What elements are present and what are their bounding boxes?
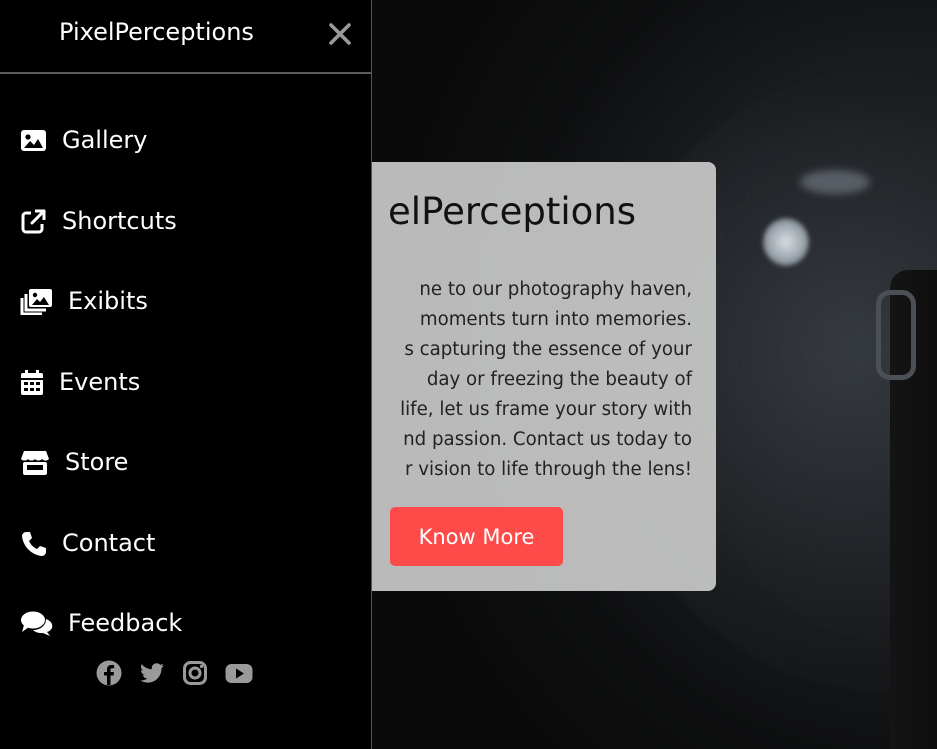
sidebar-item-events[interactable]: Events <box>20 360 140 404</box>
sidebar-header: PixelPerceptions <box>0 0 371 74</box>
phone-icon <box>20 530 47 557</box>
know-more-button[interactable]: Know More <box>390 507 563 566</box>
sidebar-item-label: Events <box>59 368 141 396</box>
sidebar-item-label: Gallery <box>62 126 148 154</box>
camera-strap-loop <box>876 290 916 380</box>
sidebar-item-label: Shortcuts <box>62 207 177 235</box>
brand-name[interactable]: PixelPerceptions <box>59 18 254 46</box>
sidebar-item-label: Feedback <box>68 609 183 637</box>
youtube-icon[interactable] <box>225 660 253 686</box>
sidebar-item-feedback[interactable]: Feedback <box>20 601 182 645</box>
sidebar-item-store[interactable]: Store <box>20 440 128 484</box>
chat-bubbles-icon <box>20 610 53 637</box>
instagram-icon[interactable] <box>182 660 208 686</box>
image-icon <box>20 127 47 154</box>
external-link-icon <box>20 208 47 235</box>
page: elPerceptions ne to our photography have… <box>0 0 937 749</box>
sidebar: PixelPerceptions Gallery Shortcuts Exibi… <box>0 0 372 749</box>
twitter-icon[interactable] <box>139 660 165 686</box>
sidebar-item-contact[interactable]: Contact <box>20 521 155 565</box>
sidebar-item-label: Exibits <box>68 287 148 315</box>
social-links <box>96 660 253 686</box>
sidebar-item-gallery[interactable]: Gallery <box>20 118 147 162</box>
calendar-icon <box>20 369 44 396</box>
lens-reflection <box>800 170 870 194</box>
facebook-icon[interactable] <box>96 660 122 686</box>
photo-stack-icon <box>20 288 53 315</box>
sidebar-item-shortcuts[interactable]: Shortcuts <box>20 199 177 243</box>
store-icon <box>20 449 50 476</box>
sidebar-item-exibits[interactable]: Exibits <box>20 279 148 323</box>
close-icon[interactable] <box>326 20 354 48</box>
sidebar-item-label: Store <box>65 448 129 476</box>
sidebar-item-label: Contact <box>62 529 156 557</box>
lens-highlight <box>763 218 809 266</box>
